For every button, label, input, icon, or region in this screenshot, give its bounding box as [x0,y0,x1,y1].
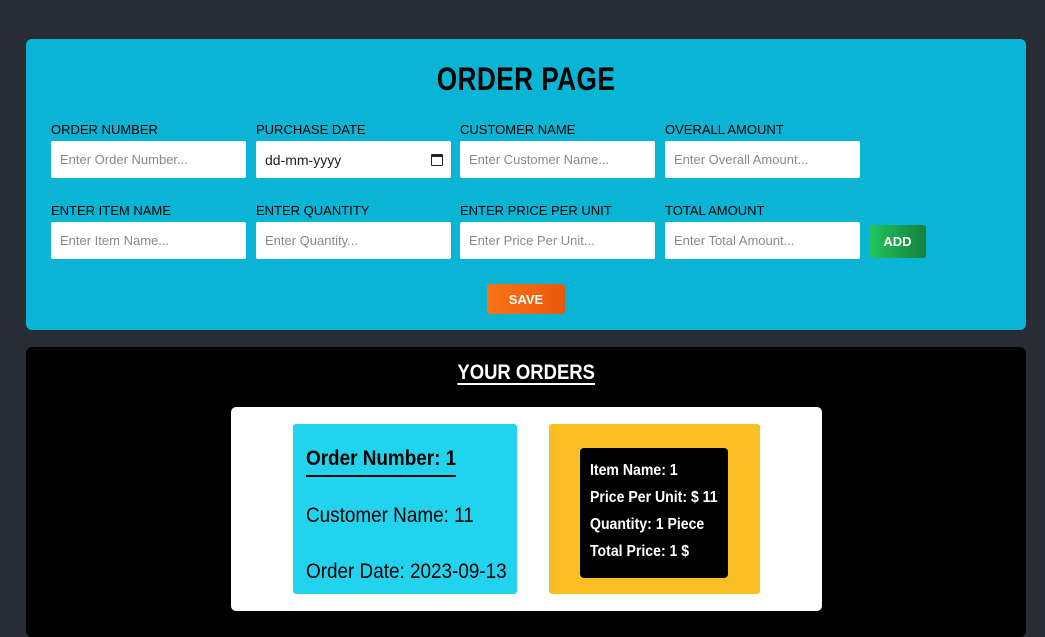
orders-title-wrap: YOUR ORDERS [26,361,1026,385]
overall-amount-label: OVERALL AMOUNT [665,122,784,137]
quantity-input[interactable] [256,222,451,259]
add-button[interactable]: ADD [869,225,926,258]
orders-title: YOUR ORDERS [457,361,595,384]
order-number-text: Order Number: 1 [306,447,457,470]
order-number-underline [306,475,456,477]
order-date-text: Order Date: 2023-09-13 [306,560,507,583]
item-name-text: Item Name: 1 [590,462,678,479]
overall-amount-input[interactable] [665,141,860,178]
purchase-date-input[interactable]: dd-mm-yyyy [256,141,451,178]
order-items-box: Item Name: 1 Price Per Unit: $ 11 Quanti… [549,424,760,594]
total-amount-input[interactable] [665,222,860,259]
order-item: Item Name: 1 Price Per Unit: $ 11 Quanti… [580,448,728,578]
save-button[interactable]: SAVE [487,284,565,314]
page-title: ORDER PAGE [436,61,616,97]
order-card: Order Number: 1 Customer Name: 11 Order … [231,407,822,611]
item-name-label: ENTER ITEM NAME [51,203,171,218]
orders-panel: YOUR ORDERS Order Number: 1 Customer Nam… [26,347,1026,637]
order-form-panel: ORDER PAGE ORDER NUMBER PURCHASE DATE dd… [26,39,1026,330]
price-per-unit-label: ENTER PRICE PER UNIT [460,203,612,218]
total-price-text: Total Price: 1 $ [590,543,690,560]
price-per-unit-text: Price Per Unit: $ 11 [590,489,718,506]
purchase-date-label: PURCHASE DATE [256,122,366,137]
customer-name-label: CUSTOMER NAME [460,122,576,137]
purchase-date-value: dd-mm-yyyy [265,151,342,168]
customer-name-text: Customer Name: 11 [306,504,474,527]
calendar-icon[interactable] [431,153,443,166]
quantity-text: Quantity: 1 Piece [590,516,705,533]
total-amount-label: TOTAL AMOUNT [665,203,765,218]
customer-name-input[interactable] [460,141,655,178]
quantity-label: ENTER QUANTITY [256,203,370,218]
price-per-unit-input[interactable] [460,222,655,259]
item-name-input[interactable] [51,222,246,259]
order-number-input[interactable] [51,141,246,178]
order-number-label: ORDER NUMBER [51,122,158,137]
order-info-box: Order Number: 1 Customer Name: 11 Order … [293,424,517,594]
